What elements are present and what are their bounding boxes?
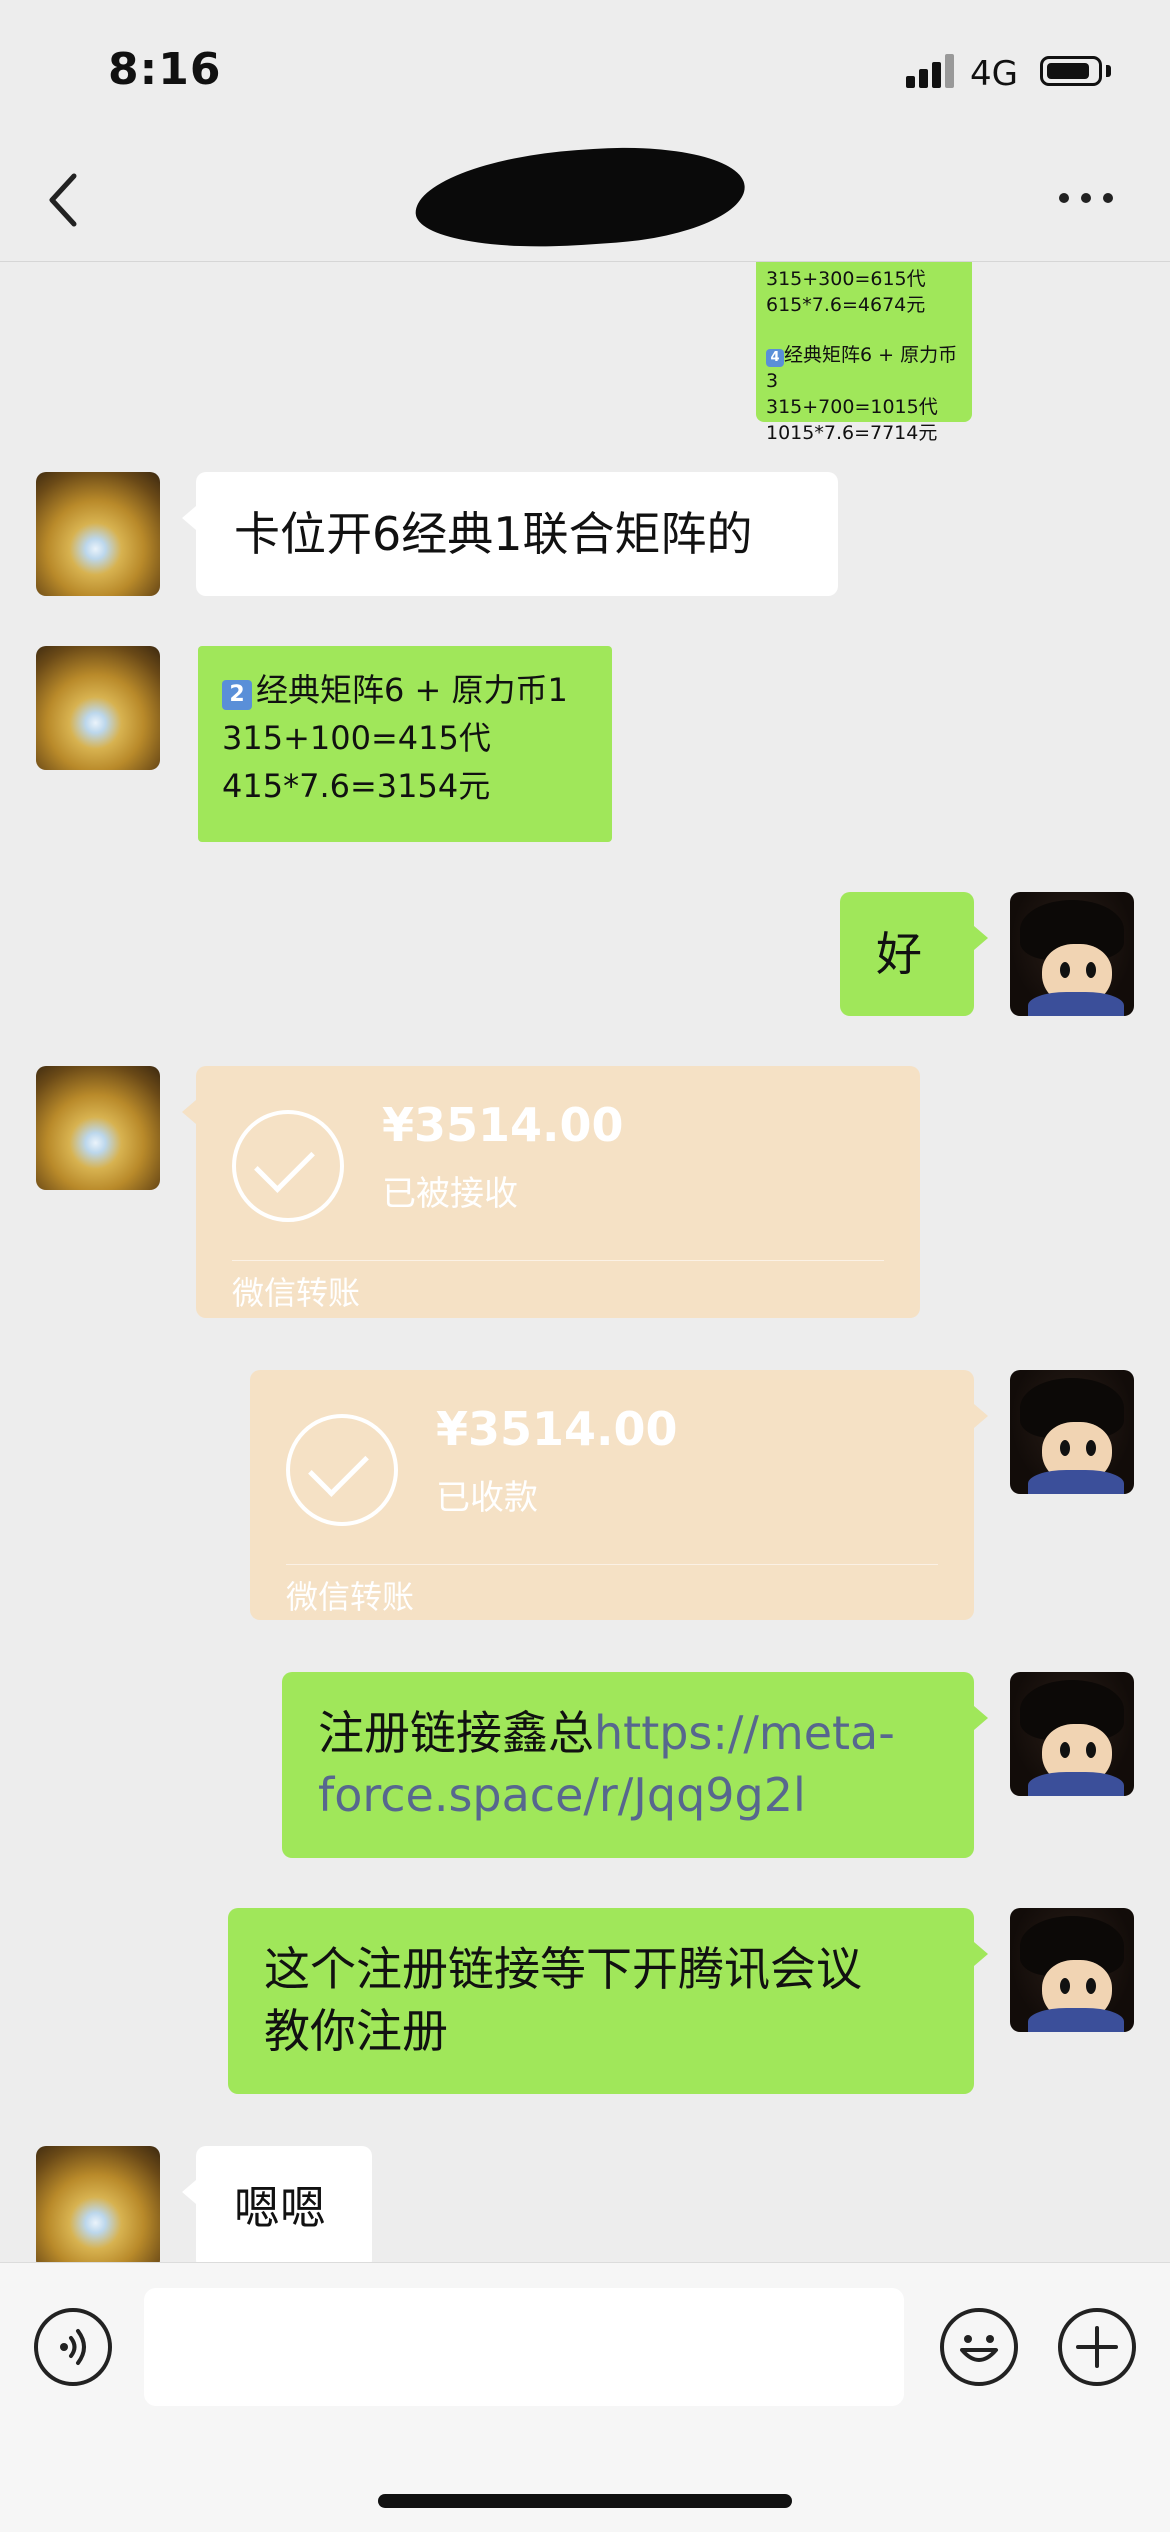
network-label: 4G	[970, 54, 1018, 94]
back-icon[interactable]	[44, 170, 84, 230]
transfer-amount: ¥3514.00	[436, 1402, 678, 1456]
transfer-footer: 微信转账	[232, 1274, 361, 1312]
message-text: 注册链接鑫总	[318, 1706, 594, 1760]
check-circle-icon	[232, 1110, 344, 1222]
user-avatar[interactable]	[1010, 1370, 1134, 1494]
pricing-line: 315+100=415代	[222, 719, 491, 757]
pricing-line: 415*7.6=3154元	[222, 767, 491, 805]
emoji-icon[interactable]	[940, 2308, 1018, 2386]
pricing-line: 经典矩阵6 + 原力币3	[766, 344, 958, 392]
pricing-line: 1015*7.6=7714元	[766, 422, 938, 444]
contact-avatar[interactable]	[36, 472, 160, 596]
transfer-card-received[interactable]: ¥3514.00 已被接收 微信转账	[182, 1066, 920, 1318]
user-avatar[interactable]	[1010, 1672, 1134, 1796]
voice-icon[interactable]	[34, 2308, 112, 2386]
number-2-badge: 2	[222, 680, 252, 710]
status-time: 8:16	[108, 44, 222, 95]
message-partial-pricing[interactable]: 315+300=615代 615*7.6=4674元 4 经典矩阵6 + 原力币3…	[756, 262, 972, 444]
message-pricing[interactable]: 2 经典矩阵6 + 原力币1 315+100=415代 415*7.6=3154元	[198, 646, 612, 842]
home-indicator[interactable]	[378, 2494, 792, 2508]
message-text: 卡位开6经典1联合矩阵的	[234, 507, 753, 561]
pricing-line: 经典矩阵6 + 原力币1	[256, 671, 568, 709]
pricing-line: 315+300=615代	[766, 268, 926, 290]
pricing-line: 315+700=1015代	[766, 396, 938, 418]
more-icon[interactable]	[1056, 188, 1116, 208]
message-text: 嗯嗯	[234, 2181, 326, 2235]
transfer-card-collected[interactable]: ¥3514.00 已收款 微信转账	[250, 1370, 988, 1620]
registration-link[interactable]: https://meta-	[594, 1706, 895, 1760]
contact-avatar[interactable]	[36, 646, 160, 770]
check-circle-icon	[286, 1414, 398, 1526]
registration-link[interactable]: force.space/r/Jqq9g2l	[318, 1764, 938, 1826]
transfer-footer: 微信转账	[286, 1578, 415, 1616]
signal-icon	[906, 52, 956, 88]
message-text: 这个注册链接等下开腾讯会议	[264, 1942, 862, 1996]
message-text: 教你注册	[264, 2004, 448, 2058]
message-bubble[interactable]: 这个注册链接等下开腾讯会议 教你注册	[228, 1908, 988, 2094]
user-avatar[interactable]	[1010, 1908, 1134, 2032]
plus-icon[interactable]	[1058, 2308, 1136, 2386]
contact-avatar[interactable]	[36, 2146, 160, 2270]
transfer-status: 已收款	[436, 1478, 538, 1518]
battery-icon	[1040, 56, 1102, 86]
message-bubble[interactable]: 好	[840, 892, 988, 1016]
message-bubble-link[interactable]: 注册链接鑫总https://meta- force.space/r/Jqq9g2…	[282, 1672, 988, 1858]
user-avatar[interactable]	[1010, 892, 1134, 1016]
number-4-badge: 4	[766, 349, 784, 367]
pricing-line: 615*7.6=4674元	[766, 294, 926, 316]
message-bubble[interactable]: 卡位开6经典1联合矩阵的	[182, 472, 838, 596]
transfer-amount: ¥3514.00	[382, 1098, 624, 1152]
contact-avatar[interactable]	[36, 1066, 160, 1190]
message-input[interactable]	[144, 2288, 904, 2406]
message-bubble[interactable]: 嗯嗯	[182, 2146, 372, 2270]
message-text: 好	[876, 927, 922, 981]
transfer-status: 已被接收	[382, 1174, 518, 1214]
